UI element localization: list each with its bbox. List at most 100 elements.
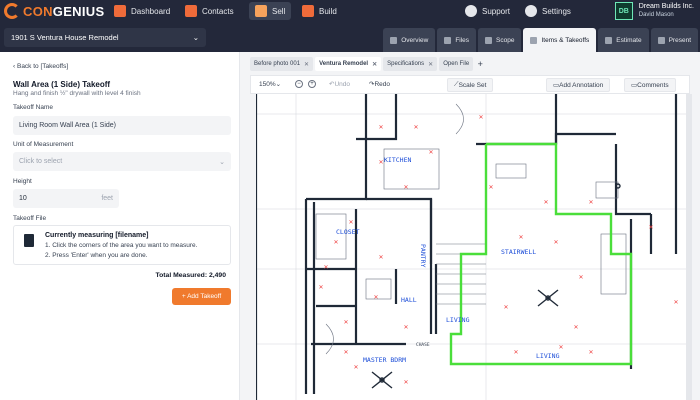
file-step-2: 2. Press 'Enter' when you are done. <box>45 252 148 259</box>
close-icon[interactable]: ✕ <box>372 61 377 68</box>
floor-plan-drawing: ✕ ✕✕ ✕✕✕ ✕✕ ✕ ✕✕✕ ✕✕✕ ✕✕✕ ✕✕✕ ✕✕✕ ✕✕✕ ✕✕✕ … <box>254 94 686 400</box>
home-icon <box>390 36 398 44</box>
svg-text:✕: ✕ <box>343 319 348 326</box>
add-takeoff-button[interactable]: + Add Takeoff <box>172 288 231 305</box>
chevron-down-icon: ⌄ <box>219 158 225 166</box>
floor-plan-canvas[interactable]: ✕ ✕ ✕ ✕ ✕ ✕ ✕ ✕ ✕ ✕ ✕ ✕ ✕ ✕ ✕ ✕ ✕ ✕ ✕ ✕ ✕ ✕ ✕ ✕ ✕ ✕ ✕ ✕ ✕ ✕ … <box>254 94 686 400</box>
zoom-in-icon[interactable]: + <box>308 80 316 88</box>
takeoff-file-label: Takeoff File <box>13 215 47 222</box>
height-input[interactable]: 10 feet <box>13 189 119 208</box>
tab-items-takeoffs[interactable]: Items & Takeoffs <box>523 28 597 52</box>
zoom-select[interactable]: 150% ⌄ <box>259 80 281 89</box>
plan-scrollbar[interactable] <box>686 94 692 400</box>
brand-logo[interactable]: CONGENIUS <box>4 3 104 19</box>
file-tab-open-file[interactable]: Open File <box>439 57 474 71</box>
tab-overview-label: Overview <box>401 36 429 44</box>
tab-items-label: Items & Takeoffs <box>541 36 590 44</box>
scope-icon <box>485 36 493 44</box>
add-annotation-button[interactable]: ▭ Add Annotation <box>546 78 611 92</box>
project-name: 1901 S Ventura House Remodel <box>11 33 119 42</box>
file-tabs: Before photo 001 ✕ Ventura Remodel ✕ Speci… <box>250 57 485 71</box>
plan-label-chase: CHASE <box>416 342 430 348</box>
back-link-label: Back to [Takeoffs] <box>16 63 69 70</box>
redo-button[interactable]: ↷ Redo <box>369 80 390 89</box>
plan-label-living-1: LIVING <box>446 316 470 324</box>
support-link[interactable]: Support <box>465 0 510 22</box>
file-tab-before-photo[interactable]: Before photo 001 ✕ <box>250 57 314 71</box>
svg-text:✕: ✕ <box>353 364 358 371</box>
unit-placeholder: Click to select <box>19 158 63 165</box>
takeoff-panel: ‹ Back to [Takeoffs] Wall Area (1 Side) … <box>0 52 240 400</box>
plan-label-living-2: LIVING <box>536 352 560 360</box>
takeoff-name-input[interactable]: Living Room Wall Area (1 Side) <box>13 116 231 135</box>
close-icon[interactable]: ✕ <box>304 61 309 68</box>
svg-text:✕: ✕ <box>378 159 383 166</box>
nav-sell[interactable]: Sell <box>249 2 292 20</box>
plan-label-master-bdrm: MASTER BDRM <box>363 356 406 364</box>
tab-scope[interactable]: Scope <box>478 28 522 52</box>
file-tab-ventura-remodel[interactable]: Ventura Remodel ✕ <box>315 57 382 71</box>
plan-label-kitchen: KITCHEN <box>384 156 411 164</box>
tab-estimate[interactable]: Estimate <box>598 28 649 52</box>
svg-text:✕: ✕ <box>378 124 383 131</box>
present-icon <box>657 36 665 44</box>
svg-text:✕: ✕ <box>323 264 328 271</box>
nav-contacts[interactable]: Contacts <box>185 0 234 22</box>
comments-label: Comments <box>637 81 669 89</box>
svg-text:✕: ✕ <box>648 224 653 231</box>
project-tabs: Overview Files Scope Items & Takeoffs Es… <box>383 28 700 52</box>
contacts-icon <box>185 5 197 17</box>
plan-label-pantry: PANTRY <box>419 244 427 268</box>
settings-link[interactable]: Settings <box>525 0 571 22</box>
height-label: Height <box>13 178 32 185</box>
gear-icon <box>525 5 537 17</box>
chevron-down-icon: ⌄ <box>192 33 199 42</box>
brand-name: CONGENIUS <box>23 3 105 19</box>
height-unit: feet <box>101 195 113 202</box>
svg-text:✕: ✕ <box>403 379 408 386</box>
zoom-out-icon[interactable]: − <box>295 80 303 88</box>
tab-present[interactable]: Present <box>650 28 698 52</box>
support-chat-icon <box>465 5 477 17</box>
file-step-1: 1. Click the corners of the area you wan… <box>45 242 198 249</box>
account-menu[interactable]: DB Dream Builds Inc. David Mason <box>614 0 694 22</box>
plan-toolbar: 150% ⌄ − + ↶ Undo ↷ Redo ⟋ Scale Set ▭ A… <box>250 75 690 94</box>
folder-icon <box>444 36 452 44</box>
project-select[interactable]: 1901 S Ventura House Remodel ⌄ <box>4 28 206 47</box>
brand-mark-icon <box>4 3 20 19</box>
undo-button[interactable]: ↶ Undo <box>329 80 350 89</box>
svg-text:✕: ✕ <box>488 184 493 191</box>
file-tab-label: Open File <box>443 61 470 67</box>
build-icon <box>302 5 314 17</box>
top-nav: CONGENIUS Dashboard Contacts Sell Build … <box>0 0 700 22</box>
tab-files[interactable]: Files <box>437 28 477 52</box>
svg-text:✕: ✕ <box>578 274 583 281</box>
svg-text:✕: ✕ <box>588 199 593 206</box>
back-link[interactable]: ‹ Back to [Takeoffs] <box>13 63 68 70</box>
scale-set-button[interactable]: ⟋ Scale Set <box>447 78 494 92</box>
svg-text:✕: ✕ <box>413 124 418 131</box>
annotation-label: Add Annotation <box>559 81 604 89</box>
file-tab-label: Before photo 001 <box>254 61 301 67</box>
file-tab-specifications[interactable]: Specifications ✕ <box>383 57 438 71</box>
file-tab-label: Ventura Remodel <box>319 61 369 67</box>
zoom-value: 150% <box>259 80 276 88</box>
nav-contacts-label: Contacts <box>202 6 234 16</box>
user-name: David Mason <box>638 12 674 18</box>
scale-label: Scale Set <box>458 81 487 89</box>
svg-text:✕: ✕ <box>378 254 383 261</box>
comments-button[interactable]: ▭ Comments <box>624 78 676 92</box>
tab-scope-label: Scope <box>496 36 515 44</box>
nav-dashboard[interactable]: Dashboard <box>114 0 170 22</box>
svg-text:✕: ✕ <box>403 184 408 191</box>
height-value: 10 <box>19 195 27 202</box>
file-tab-label: Specifications <box>387 61 425 67</box>
tab-overview[interactable]: Overview <box>383 28 436 52</box>
svg-text:✕: ✕ <box>573 324 578 331</box>
unit-select[interactable]: Click to select ⌄ <box>13 152 231 171</box>
add-file-tab-icon[interactable]: + <box>475 57 485 71</box>
takeoff-outline <box>449 142 633 366</box>
close-icon[interactable]: ✕ <box>428 61 433 68</box>
nav-build[interactable]: Build <box>302 0 337 22</box>
file-title: Currently measuring [filename] <box>45 232 149 239</box>
